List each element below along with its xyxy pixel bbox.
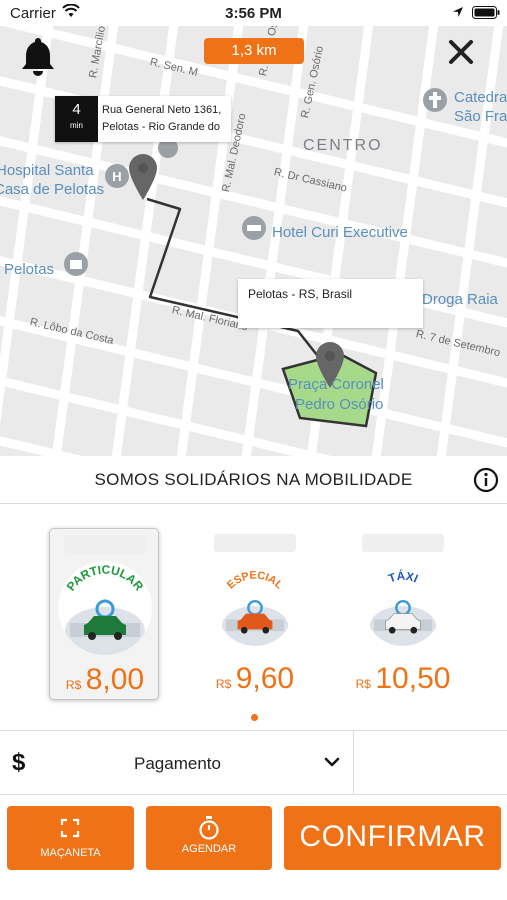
slogan-text: SOMOS SOLIDÁRIOS NA MOBILIDADE (94, 470, 413, 489)
payment-row[interactable]: $ Pagamento (0, 730, 507, 795)
clock: 3:56 PM (225, 5, 282, 22)
dollar-icon: $ (12, 749, 26, 776)
map-view[interactable]: H R. Marcílio R. Sen. M R. Gen. Osório R… (0, 26, 507, 456)
poi-hotel-label: Hotel Curi Executive (272, 224, 408, 241)
origin-callout: 4 min Rua General Neto 1361, Pelotas - R… (55, 96, 231, 142)
door-button-label: MAÇANETA (40, 847, 101, 859)
category-price: R$ 9,60 (200, 662, 310, 696)
particular-car-icon: PARTICULAR (58, 561, 152, 655)
page-indicator-dot (251, 714, 258, 721)
ride-category-carousel[interactable]: PARTICULAR R$ 8,00 ESPECIAL R$ 9,60 TÁXI… (0, 504, 507, 730)
poi-label: Pelotas (4, 261, 55, 278)
payment-label[interactable]: Pagamento (40, 754, 315, 774)
confirm-button[interactable]: CONFIRMAR (284, 806, 501, 870)
poi-hospital-label: Casa de Pelotas (0, 181, 105, 198)
price-currency: R$ (215, 677, 232, 691)
eta-unit: min (70, 121, 83, 130)
svg-text:H: H (112, 169, 121, 184)
close-icon[interactable] (447, 38, 475, 66)
category-card-taxi[interactable]: TÁXI R$ 10,50 (348, 528, 458, 700)
poi-church-label: Catedra (454, 89, 507, 106)
poi-park-label: Pedro Osório (295, 396, 384, 413)
category-price: R$ 10,50 (348, 662, 458, 696)
location-arrow-icon (453, 7, 463, 17)
expand-icon (60, 818, 80, 838)
schedule-button-label: AGENDAR (181, 843, 237, 855)
eta-value: 4 (72, 101, 81, 118)
info-icon[interactable] (473, 467, 499, 493)
category-price: R$ 8,00 (50, 663, 160, 697)
poi-park-label: Praça Coronel (288, 376, 384, 393)
battery-icon (472, 6, 500, 19)
price-value: 8,00 (85, 663, 145, 696)
price-value: 10,50 (375, 662, 451, 695)
taxi-car-icon: TÁXI (364, 568, 442, 646)
price-currency: R$ (65, 678, 82, 692)
price-currency: R$ (355, 677, 371, 691)
poi-pharmacy-label: Droga Raia (422, 291, 498, 308)
origin-address: Rua General Neto 1361, Pelotas - Rio Gra… (102, 104, 222, 133)
category-card-particular[interactable]: PARTICULAR R$ 8,00 (49, 528, 159, 700)
schedule-button[interactable]: AGENDAR (146, 806, 272, 870)
status-bar: Carrier 3:56 PM (0, 0, 507, 26)
eta-box: 4 min (55, 96, 98, 142)
confirm-button-label: CONFIRMAR (299, 820, 486, 853)
destination-callout[interactable]: Pelotas - RS, Brasil (238, 279, 423, 328)
especial-car-icon: ESPECIAL (216, 568, 294, 646)
card-placeholder (214, 534, 296, 552)
district-label: CENTRO (303, 137, 383, 154)
category-card-especial[interactable]: ESPECIAL R$ 9,60 (200, 528, 310, 700)
chevron-down-icon[interactable] (324, 756, 340, 768)
map-streets: H (0, 26, 507, 456)
poi-hospital-label: Hospital Santa (0, 162, 94, 179)
payment-extra-field[interactable] (354, 731, 507, 795)
poi-church-label: São Fra (454, 108, 507, 125)
price-value: 9,60 (235, 662, 295, 695)
card-placeholder (362, 534, 444, 552)
stopwatch-icon (199, 816, 219, 840)
distance-badge: 1,3 km (204, 38, 304, 64)
door-button[interactable]: MAÇANETA (7, 806, 134, 870)
card-placeholder (64, 535, 146, 553)
slogan-bar: SOMOS SOLIDÁRIOS NA MOBILIDADE (0, 456, 507, 504)
bell-icon[interactable] (20, 36, 56, 76)
